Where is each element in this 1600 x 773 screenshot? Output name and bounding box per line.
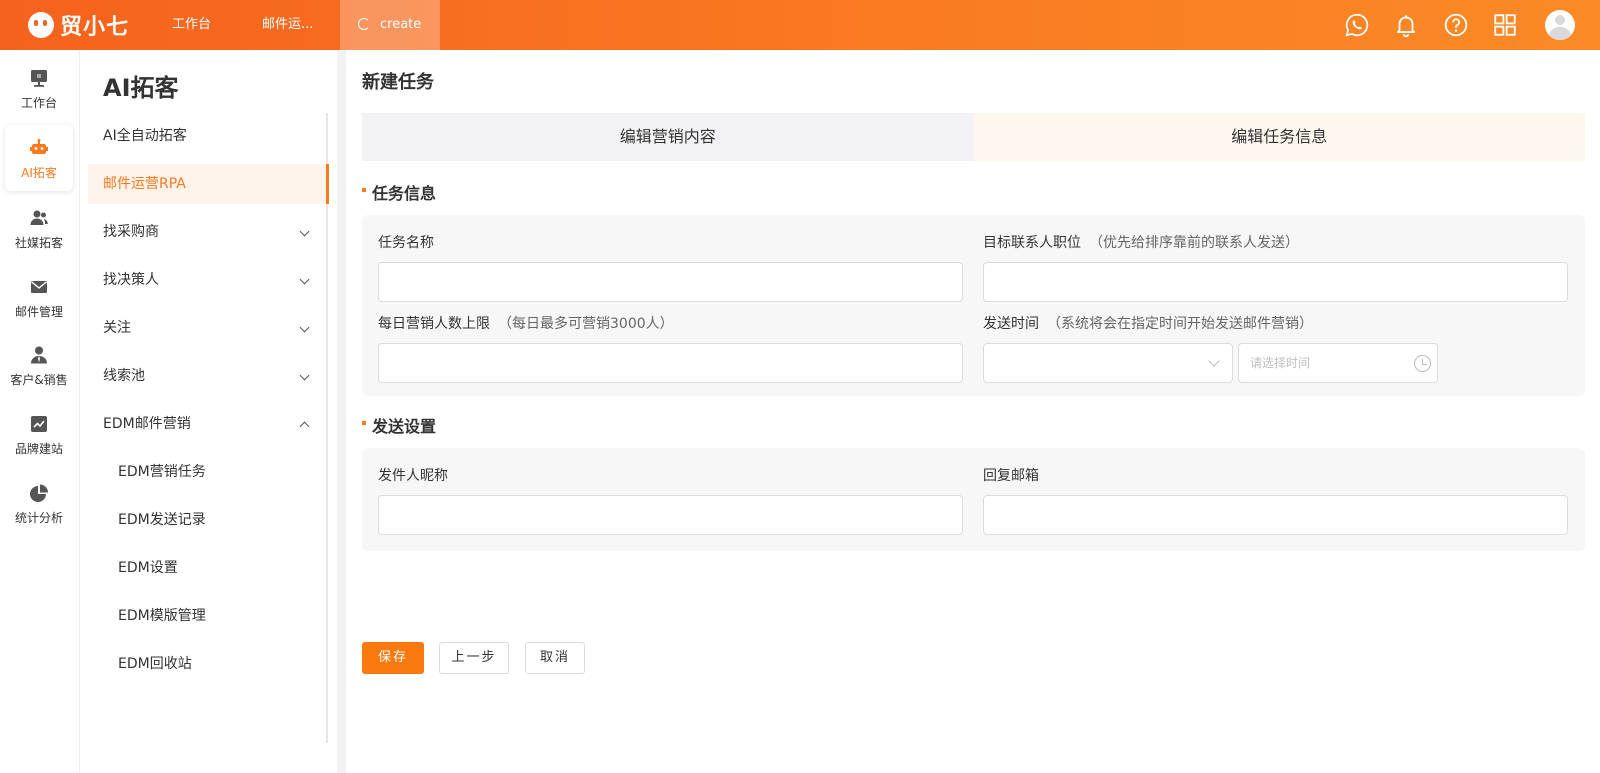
pie-chart-icon (30, 484, 48, 502)
task-name-input[interactable] (378, 262, 963, 302)
menu-item-label: 线索池 (103, 368, 145, 384)
cancel-button[interactable]: 取消 (525, 642, 585, 674)
section-heading-send-settings: 发送设置 (362, 413, 436, 437)
rail-label: 客户&销售 (10, 373, 68, 387)
rail-item-social[interactable]: 社媒拓客 (5, 195, 73, 261)
daily-limit-input[interactable] (378, 343, 963, 383)
menu-item-edm-templates[interactable]: EDM模版管理 (88, 596, 326, 636)
rail-item-brand-site[interactable]: 品牌建站 (5, 401, 73, 467)
rail-label: AI拓客 (21, 166, 57, 180)
chevron-down-icon (299, 226, 310, 237)
step-edit-task-info[interactable]: 编辑任务信息 (973, 113, 1585, 161)
rail-item-customers[interactable]: 客户&销售 (5, 332, 73, 398)
menu-item-label: 找采购商 (103, 224, 159, 240)
send-date-select[interactable] (983, 343, 1233, 383)
chevron-down-icon (299, 370, 310, 381)
logo-text: 贸小七 (60, 15, 130, 40)
menu-item-edm-settings[interactable]: EDM设置 (88, 548, 326, 588)
menu-item-find-buyers[interactable]: 找采购商 (88, 212, 326, 252)
chevron-down-icon (299, 322, 310, 333)
logo-icon (28, 12, 54, 38)
target-position-label-text: 目标联系人职位 (983, 235, 1081, 251)
menu-item-find-decision-makers[interactable]: 找决策人 (88, 260, 326, 300)
user-avatar[interactable] (1545, 10, 1575, 40)
whatsapp-icon[interactable] (1344, 12, 1370, 38)
daily-limit-hint: （每日最多可营销3000人） (498, 316, 674, 332)
rail-label: 统计分析 (14, 511, 63, 525)
rail-item-ai-prospecting[interactable]: AI拓客 (5, 125, 73, 191)
steps-bar: 编辑营销内容 编辑任务信息 (362, 113, 1585, 161)
logo[interactable]: 贸小七 (28, 9, 129, 41)
help-icon[interactable] (1443, 12, 1469, 38)
menu-item-label: 关注 (103, 320, 131, 336)
menu-item-label: EDM邮件营销 (103, 416, 191, 432)
menu-item-follow[interactable]: 关注 (88, 308, 326, 348)
task-info-panel: 任务名称 目标联系人职位 （优先给排序靠前的联系人发送） 每日营销人数上限 （每日最… (362, 215, 1585, 396)
step-edit-content[interactable]: 编辑营销内容 (362, 113, 974, 161)
daily-limit-label: 每日营销人数上限 （每日最多可营销3000人） (378, 313, 674, 333)
menu-item-edm-recycle[interactable]: EDM回收站 (88, 644, 326, 684)
topnav-create-label: create (380, 17, 422, 32)
top-bar: 贸小七 工作台 邮件运... create (0, 0, 1600, 50)
sender-name-input[interactable] (378, 495, 963, 535)
bell-icon[interactable] (1393, 12, 1419, 38)
send-time-label-text: 发送时间 (983, 316, 1039, 332)
menu-item-label: 找决策人 (103, 272, 159, 288)
menu-active-indicator (326, 164, 329, 204)
menu-item-edm-records[interactable]: EDM发送记录 (88, 500, 326, 540)
chevron-down-icon (299, 274, 310, 285)
menu-item-email-rpa[interactable]: 邮件运营RPA (88, 164, 326, 204)
rail-label: 邮件管理 (14, 305, 63, 319)
chart-line-icon (31, 416, 47, 432)
reply-email-input[interactable] (983, 495, 1568, 535)
send-time-hint: （系统将会在指定时间开始发送邮件营销） (1047, 316, 1313, 332)
page-title: 新建任务 (362, 72, 434, 93)
menu-item-ai-auto[interactable]: AI全自动拓客 (88, 116, 326, 156)
time-placeholder: 请选择时间 (1250, 356, 1311, 370)
topnav-email-ops[interactable]: 邮件运... (244, 0, 331, 50)
chevron-down-icon (1208, 355, 1220, 367)
refresh-icon (358, 18, 370, 30)
side-menu: AI拓客 AI全自动拓客 邮件运营RPA 找采购商 找决策人 关注 线索池 ED… (80, 50, 337, 773)
menu-item-edm-tasks[interactable]: EDM营销任务 (88, 452, 326, 492)
save-button[interactable]: 保存 (362, 642, 424, 674)
main-content: 新建任务 编辑营销内容 编辑任务信息 任务信息 任务名称 目标联系人职位 （优先给… (346, 50, 1600, 773)
rail-label: 品牌建站 (14, 442, 63, 456)
chevron-up-icon (299, 421, 310, 432)
rail-label: 社媒拓客 (14, 236, 63, 250)
previous-step-button[interactable]: 上一步 (439, 642, 509, 674)
topnav-workbench[interactable]: 工作台 (154, 0, 229, 50)
send-settings-panel: 发件人昵称 回复邮箱 (362, 448, 1585, 551)
rail-item-workbench[interactable]: 工作台 (5, 55, 73, 121)
apps-grid-icon[interactable] (1492, 12, 1518, 38)
users-icon (30, 210, 48, 225)
menu-item-lead-pool[interactable]: 线索池 (88, 356, 326, 396)
task-name-label: 任务名称 (378, 235, 434, 251)
clock-icon (1414, 355, 1431, 372)
robot-icon (30, 139, 48, 154)
menu-item-edm-marketing[interactable]: EDM邮件营销 (88, 404, 326, 444)
menu-scrollbar[interactable] (326, 113, 328, 743)
reply-email-label: 回复邮箱 (983, 468, 1039, 484)
mail-icon (31, 281, 47, 293)
target-position-hint: （优先给排序靠前的联系人发送） (1089, 235, 1299, 251)
menu-title: AI拓客 (103, 74, 179, 102)
section-heading-task-info: 任务信息 (362, 180, 436, 204)
send-time-label: 发送时间 （系统将会在指定时间开始发送邮件营销） (983, 313, 1313, 333)
sender-name-label: 发件人昵称 (378, 468, 448, 484)
customer-icon (31, 346, 47, 364)
target-position-label: 目标联系人职位 （优先给排序靠前的联系人发送） (983, 232, 1299, 252)
icon-rail: 工作台 AI拓客 社媒拓客 邮件管理 客户&销售 品牌建站 统计分析 (0, 50, 80, 773)
rail-label: 工作台 (20, 96, 57, 110)
daily-limit-label-text: 每日营销人数上限 (378, 316, 490, 332)
target-position-input[interactable] (983, 262, 1568, 302)
topnav-create[interactable]: create (340, 0, 440, 50)
rail-item-mail[interactable]: 邮件管理 (5, 264, 73, 330)
send-time-picker[interactable]: 请选择时间 (1238, 343, 1438, 383)
monitor-icon (31, 70, 47, 87)
rail-item-analytics[interactable]: 统计分析 (5, 470, 73, 536)
